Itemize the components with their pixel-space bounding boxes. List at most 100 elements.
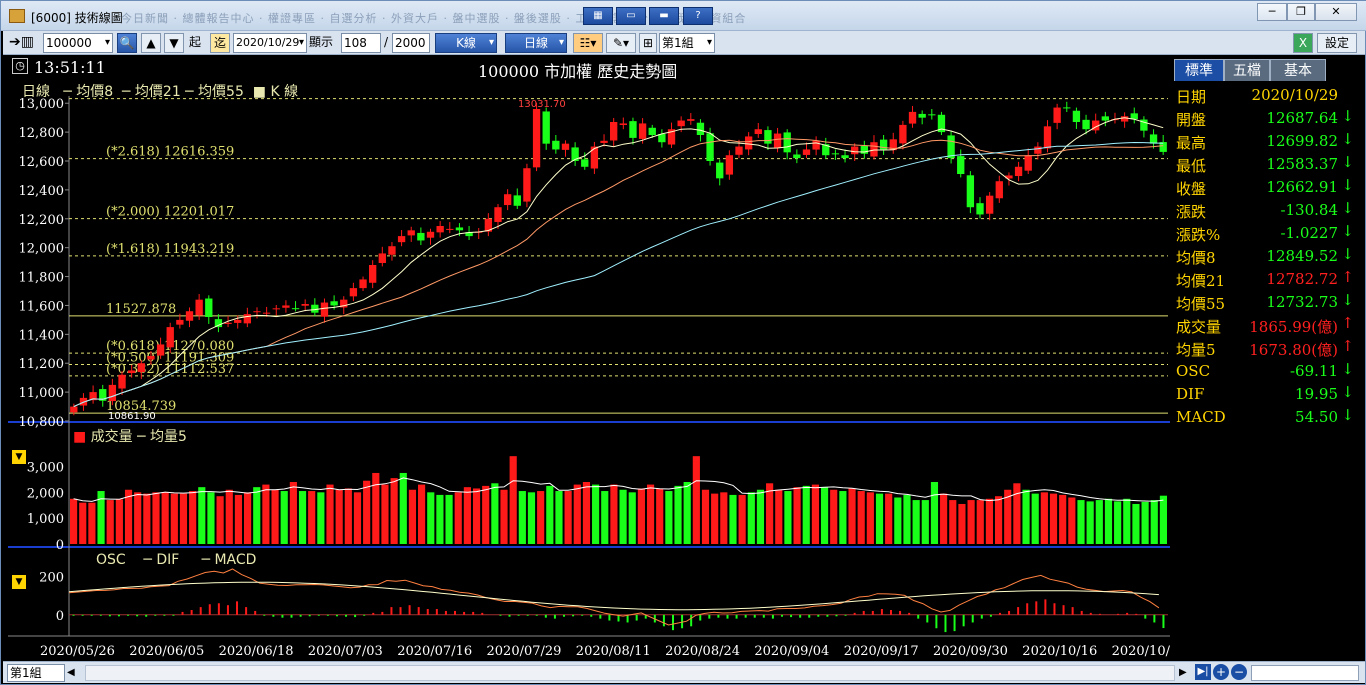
group-select[interactable]: 第1組: [659, 33, 715, 53]
candle-body: [619, 123, 627, 126]
candle-body: [908, 111, 917, 124]
arrow-down-icon[interactable]: ▼: [164, 33, 184, 53]
volume-bar: [1059, 494, 1067, 544]
volume-bar: [985, 498, 993, 544]
candle-body: [629, 121, 637, 138]
kline-dropdown[interactable]: K線: [435, 33, 497, 53]
layout-icon[interactable]: ▦: [583, 7, 613, 25]
candle-body: [436, 226, 444, 233]
date-select[interactable]: 2020/10/29: [233, 33, 307, 53]
tab-basic[interactable]: 基本: [1270, 59, 1326, 81]
volume-bar: [143, 493, 151, 544]
candle-body: [224, 322, 232, 324]
volume-bar: [894, 497, 902, 544]
help-icon[interactable]: ?: [683, 7, 713, 25]
grid-icon[interactable]: ⊞: [639, 33, 657, 53]
zoom-out-icon[interactable]: −: [1231, 664, 1247, 680]
candle-body: [426, 231, 435, 238]
tab-standard[interactable]: 標準: [1174, 59, 1224, 81]
quote-label: 成交量: [1176, 318, 1222, 336]
horizontal-scrollbar[interactable]: [85, 665, 1175, 681]
minimize-button[interactable]: ─: [1257, 3, 1287, 21]
date-tick-label: 2020/08/24: [665, 644, 740, 659]
volume-legend-text: 成交量 ─ 均量5: [90, 429, 187, 445]
symbol-select[interactable]: 100000: [43, 33, 113, 53]
volume-bar: [399, 472, 407, 544]
volume-bar: [839, 491, 847, 544]
total-count-input[interactable]: 2000: [392, 33, 430, 53]
zoom-in-icon[interactable]: +: [1213, 664, 1229, 680]
quote-value: -69.11: [1289, 362, 1338, 380]
date-tick-label: 2020/09/04: [754, 644, 829, 659]
zoom-slider[interactable]: [1251, 665, 1359, 681]
date-tick-label: 2020/07/29: [487, 644, 562, 659]
volume-bar: [1013, 483, 1021, 544]
indicator-icon[interactable]: ☷▾: [573, 33, 603, 53]
clock-icon[interactable]: ◷: [12, 58, 28, 74]
volume-bar: [134, 492, 142, 544]
price-tick-label: 12,200: [19, 213, 65, 228]
volume-bar: [692, 456, 700, 544]
volume-bar: [463, 487, 471, 544]
candle-body: [793, 154, 801, 159]
candle-body: [446, 228, 454, 230]
volume-bar: [646, 484, 655, 544]
volume-bar: [198, 487, 206, 544]
candle-body: [195, 299, 203, 316]
trend-arrow-icon: ↑: [1341, 337, 1354, 355]
volume-bar: [1114, 501, 1122, 544]
volume-bar: [820, 487, 829, 544]
candle-body: [234, 319, 242, 323]
candle-body: [918, 113, 926, 118]
close-button[interactable]: ✕: [1315, 3, 1357, 21]
candle-body: [552, 140, 560, 150]
maximize-button[interactable]: ❐: [1287, 3, 1315, 21]
search-icon[interactable]: 🔍: [117, 33, 137, 53]
volume-bar: [592, 484, 600, 544]
app-window: [6000] 技術線圖 今日新聞 · 總體報告中心 · 權證專區 · 自選分析 …: [0, 0, 1366, 685]
window-layout-icon[interactable]: ▭: [616, 7, 646, 25]
volume-bar: [885, 493, 893, 544]
period-dropdown[interactable]: 日線: [505, 33, 567, 53]
end-label[interactable]: 迄: [210, 33, 230, 53]
tab-five-level[interactable]: 五檔: [1224, 59, 1270, 81]
trend-arrow-icon: ↑: [1341, 314, 1354, 332]
osc-collapse-icon[interactable]: ▼: [12, 575, 26, 589]
scroll-end-icon[interactable]: ▶|: [1195, 664, 1211, 680]
volume-bar: [811, 484, 819, 544]
arrow-up-icon[interactable]: ▲: [141, 33, 161, 53]
quote-value: 12732.73: [1266, 293, 1338, 311]
volume-bar: [298, 491, 307, 544]
draw-pen-icon[interactable]: ✎▾: [606, 33, 636, 53]
candle-body: [330, 301, 338, 306]
arrow-grid-icon[interactable]: ➔▥: [9, 33, 41, 53]
volume-bar: [170, 493, 178, 544]
date-tick-label: 2020/06/05: [129, 644, 204, 659]
volume-bar: [289, 482, 297, 544]
quote-label: 最高: [1176, 134, 1207, 152]
volume-collapse-icon[interactable]: ▼: [12, 450, 26, 464]
volume-bar: [482, 485, 490, 544]
scroll-right-icon[interactable]: ▶: [1179, 664, 1193, 682]
candle-body: [1082, 119, 1090, 130]
volume-bar: [967, 500, 975, 544]
chart-area[interactable]: (*2.618) 12616.359 (*2.000) 12201.017 (*1.…: [8, 56, 1187, 661]
quote-value: 1865.99(億): [1249, 318, 1338, 336]
settings-button[interactable]: 設定: [1317, 33, 1357, 53]
volume-bar: [207, 492, 215, 544]
scroll-left-icon[interactable]: ◀: [67, 664, 81, 682]
quote-label: 漲跌: [1176, 203, 1207, 221]
date-tick-label: 2020/06/18: [219, 644, 294, 659]
candle-body: [677, 120, 685, 127]
minimize-layout-icon[interactable]: ▬: [649, 7, 679, 25]
quote-value: 12699.82: [1266, 132, 1338, 150]
display-count-input[interactable]: 108: [341, 33, 381, 53]
candle-body: [764, 130, 772, 144]
group-status-select[interactable]: 第1組: [7, 664, 65, 682]
trend-arrow-icon: ↓: [1341, 360, 1354, 378]
volume-bar: [921, 500, 929, 544]
candle-body: [600, 140, 608, 143]
candle-body: [648, 127, 656, 135]
excel-icon[interactable]: X: [1293, 33, 1313, 53]
quote-label: 均量5: [1176, 341, 1216, 359]
